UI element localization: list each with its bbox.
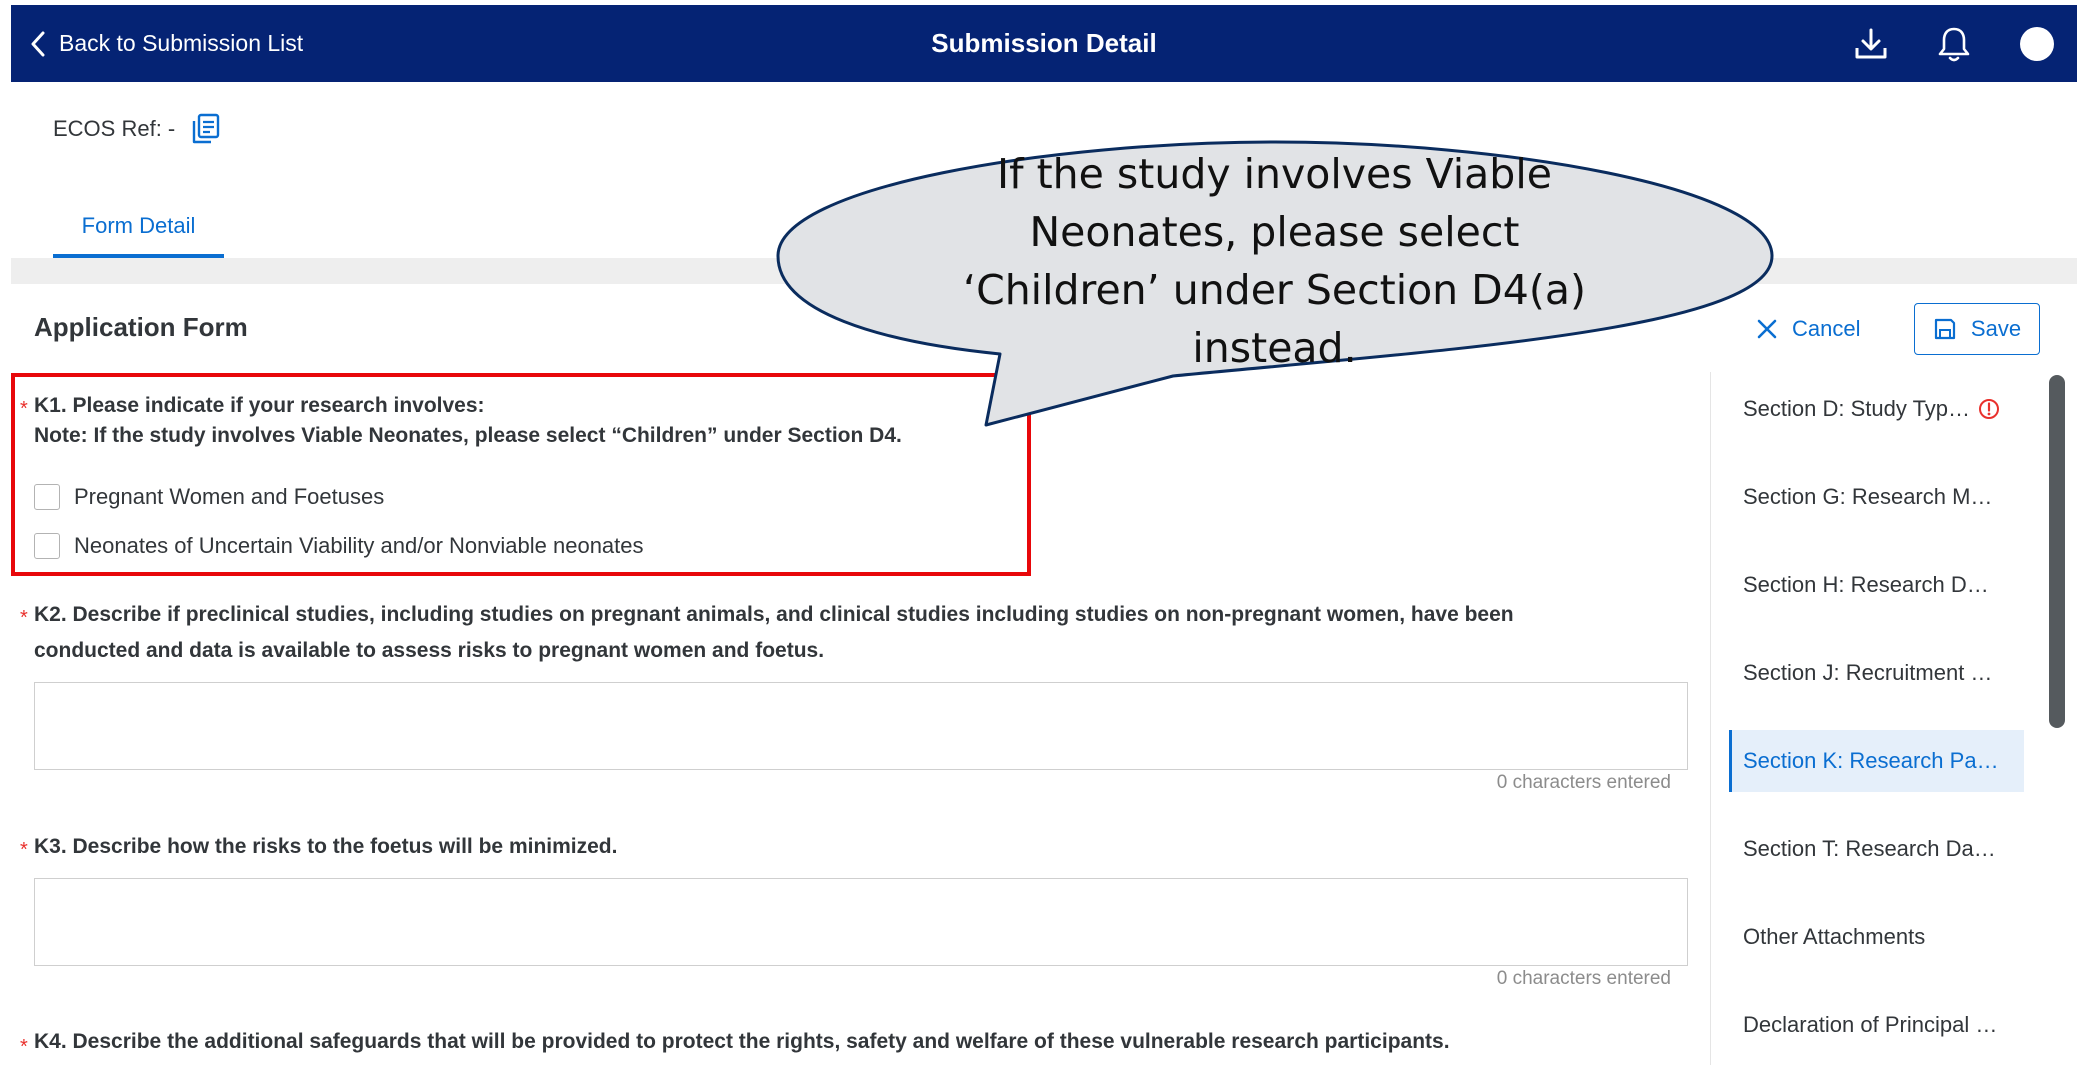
save-label: Save [1970,316,2022,341]
question-k2: K2. Describe if preclinical studies, inc… [34,603,1514,626]
question-k1-note: Note: If the study involves Viable Neona… [34,424,902,447]
save-icon [1934,318,1956,340]
cancel-button[interactable]: Cancel [1756,307,1860,351]
back-to-list-link[interactable]: Back to Submission List [29,5,303,82]
sidebar-item-section-d[interactable]: Section D: Study Typ… [1729,378,2024,440]
save-button[interactable]: Save [1914,303,2040,355]
k2-answer-textarea[interactable] [34,682,1688,770]
question-k1: K1. Please indicate if your research inv… [34,394,485,417]
sidebar-item-label: Section K: Research Pa… [1743,748,1999,773]
download-icon [1855,28,1887,59]
question-k3: K3. Describe how the risks to the foetus… [34,835,618,858]
sidebar-item-other-attachments[interactable]: Other Attachments [1729,906,2024,968]
sidebar-item-declaration[interactable]: Declaration of Principal … [1729,994,2024,1056]
required-marker: * [20,1036,28,1058]
ecos-ref-label: ECOS Ref: - [53,116,176,141]
application-form-title: Application Form [34,312,248,342]
close-icon [1757,319,1777,339]
back-link-label: Back to Submission List [59,30,304,56]
sidebar-item-section-j[interactable]: Section J: Recruitment … [1729,642,2024,704]
avatar [2020,27,2054,61]
tab-form-detail[interactable]: Form Detail [53,198,224,258]
sidebar-item-label: Declaration of Principal … [1743,1012,1998,1037]
sidebar-item-section-g[interactable]: Section G: Research M… [1729,466,2024,528]
sidebar-item-label: Section T: Research Da… [1743,836,1996,861]
section-divider [11,258,2077,284]
copy-icon[interactable] [191,113,221,145]
notifications-button[interactable] [1933,23,1975,65]
question-k2-line2: conducted and data is available to asses… [34,639,825,662]
required-marker: * [20,398,28,420]
checkbox-label: Pregnant Women and Foetuses [74,484,385,509]
k2-char-count: 0 characters entered [1496,772,1671,793]
callout-line: If the study involves Viable [997,150,1552,198]
checkbox[interactable] [34,533,60,559]
required-marker: * [20,607,28,629]
sidebar-item-section-h[interactable]: Section H: Research D… [1729,554,2024,616]
checkbox[interactable] [34,484,60,510]
sidebar-item-section-t[interactable]: Section T: Research Da… [1729,818,2024,880]
cancel-label: Cancel [1792,316,1861,341]
warning-icon [1979,399,2000,419]
sidebar-item-section-k[interactable]: Section K: Research Pa… [1729,730,2024,792]
chevron-left-icon [31,31,45,56]
sidebar-item-label: Section D: Study Typ… [1743,396,1971,421]
checkbox-label: Neonates of Uncertain Viability and/or N… [74,533,644,558]
download-button[interactable] [1850,23,1892,65]
sidebar-scrollbar[interactable] [2049,375,2065,728]
k3-answer-textarea[interactable] [34,878,1688,966]
sidebar-divider [1710,372,1711,1065]
question-k4: K4. Describe the additional safeguards t… [34,1030,1450,1053]
checkbox-pregnant-women[interactable]: Pregnant Women and Foetuses [34,482,384,512]
sidebar-item-label: Section H: Research D… [1743,572,1989,597]
ecos-ref-row: ECOS Ref: - [53,112,221,146]
bell-icon [1938,27,1970,62]
sidebar-item-label: Other Attachments [1743,924,1926,949]
required-marker: * [20,839,28,861]
top-bar: Back to Submission List Submission Detai… [11,5,2077,82]
callout-line: instead. [1192,324,1357,372]
sidebar-item-label: Section G: Research M… [1743,484,1993,509]
k3-char-count: 0 characters entered [1496,968,1671,989]
page-title: Submission Detail [931,28,1157,58]
sidebar-item-label: Section J: Recruitment … [1743,660,1993,685]
user-avatar[interactable] [2016,23,2058,65]
callout-line: Neonates, please select [1029,208,1520,256]
checkbox-neonates[interactable]: Neonates of Uncertain Viability and/or N… [34,531,644,561]
